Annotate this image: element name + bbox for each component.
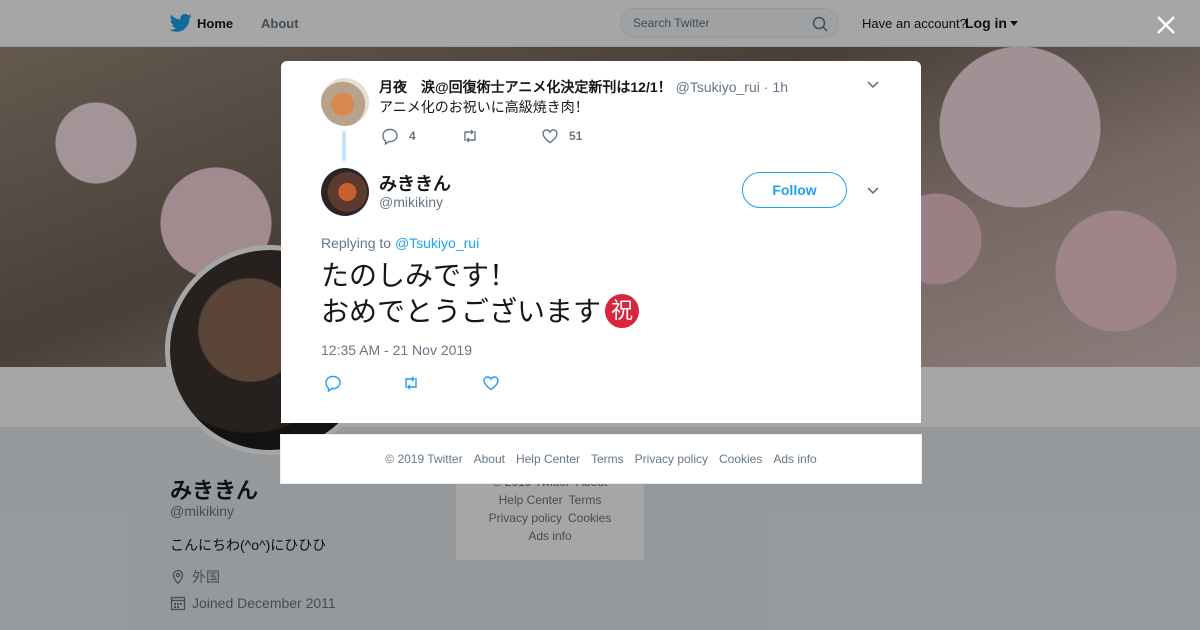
main-reply-button[interactable]: [324, 374, 342, 392]
retweet-icon: [405, 376, 417, 390]
footer-about[interactable]: About: [474, 452, 505, 466]
heart-icon: [542, 129, 558, 144]
main-tweet-avatar[interactable]: [321, 168, 369, 216]
parent-reply-count: 4: [409, 129, 416, 143]
footer-cookies[interactable]: Cookies: [719, 452, 762, 466]
reply-icon: [325, 375, 341, 392]
footer-terms[interactable]: Terms: [591, 452, 624, 466]
parent-tweet-text: アニメ化のお祝いに高級焼き肉！: [379, 99, 589, 115]
parent-tweet-author-handle[interactable]: @Tsukiyo_rui: [676, 79, 760, 95]
parent-like-count: 51: [569, 129, 583, 143]
retweet-icon: [464, 129, 476, 143]
main-tweet-line-1: たのしみです！: [321, 260, 518, 291]
main-like-button[interactable]: [482, 374, 500, 392]
footer-ads-info[interactable]: Ads info: [773, 452, 816, 466]
parent-tweet-avatar[interactable]: [321, 78, 369, 126]
footer-copyright[interactable]: © 2019 Twitter: [385, 452, 462, 466]
parent-tweet-time[interactable]: · 1h: [764, 79, 788, 95]
footer-help-center[interactable]: Help Center: [516, 452, 580, 466]
replying-to: Replying to @Tsukiyo_rui: [321, 235, 479, 251]
main-tweet-timestamp[interactable]: 12:35 AM - 21 Nov 2019: [321, 342, 472, 358]
replying-to-link[interactable]: @Tsukiyo_rui: [395, 235, 479, 251]
parent-reply-button[interactable]: 4: [381, 127, 416, 145]
main-tweet-line-2: おめでとうございます: [321, 296, 602, 327]
footer-privacy-policy[interactable]: Privacy policy: [635, 452, 708, 466]
chevron-down-icon[interactable]: [866, 80, 880, 90]
parent-retweet-button[interactable]: [461, 127, 489, 145]
main-tweet-text: たのしみです！ おめでとうございます祝: [321, 258, 640, 330]
parent-like-button[interactable]: 51: [541, 127, 582, 145]
modal-footer: © 2019 Twitter About Help Center Terms P…: [280, 434, 922, 484]
celebration-emoji-icon: 祝: [605, 294, 640, 328]
main-tweet-author-name[interactable]: みききん: [379, 170, 451, 196]
follow-button[interactable]: Follow: [742, 172, 847, 208]
tweet-modal: 月夜 涙@回復術士アニメ化決定新刊は12/1！ @Tsukiyo_rui · 1h …: [281, 61, 921, 423]
chevron-down-icon[interactable]: [866, 186, 880, 196]
thread-connector: [342, 131, 346, 161]
replying-prefix: Replying to: [321, 235, 392, 251]
close-icon[interactable]: [1154, 13, 1178, 37]
main-retweet-button[interactable]: [402, 374, 420, 392]
reply-icon: [382, 128, 398, 145]
heart-icon: [483, 376, 499, 391]
main-tweet-author-handle[interactable]: @mikikiny: [379, 194, 443, 210]
parent-tweet-author-name[interactable]: 月夜 涙@回復術士アニメ化決定新刊は12/1！: [379, 79, 672, 95]
parent-tweet-header: 月夜 涙@回復術士アニメ化決定新刊は12/1！ @Tsukiyo_rui · 1h: [379, 77, 788, 97]
